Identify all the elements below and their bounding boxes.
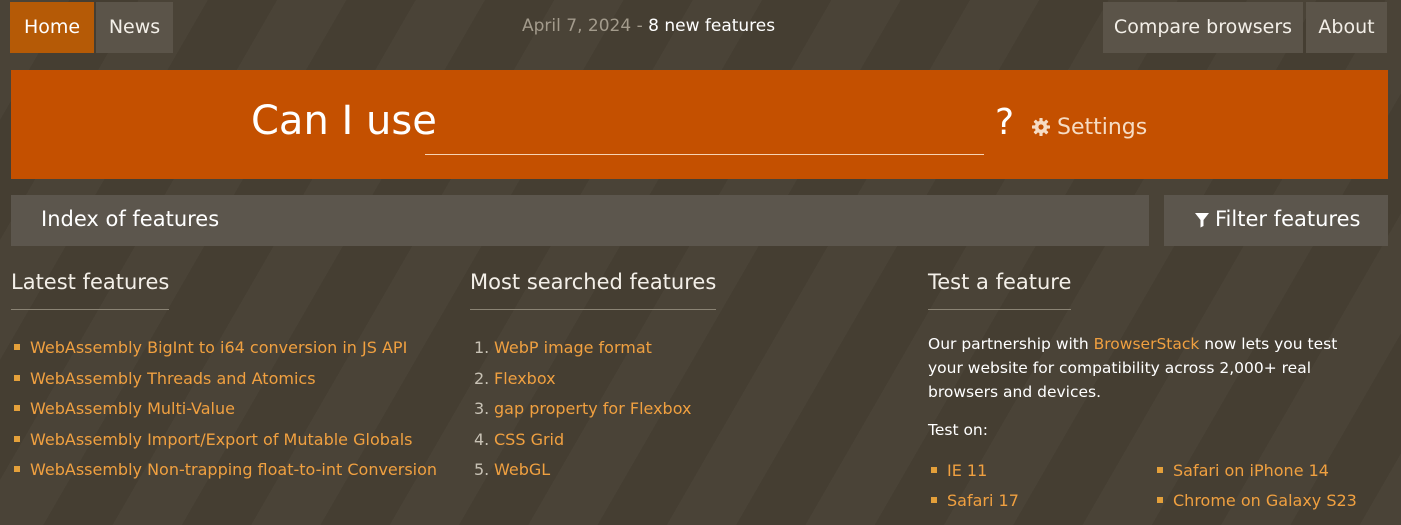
list-item[interactable]: WebAssembly Threads and Atomics <box>11 369 451 400</box>
list-item[interactable]: WebAssembly Multi-Value <box>11 399 451 430</box>
latest-features-heading: Latest features <box>11 270 170 310</box>
nav-compare-browsers-button[interactable]: Compare browsers <box>1103 2 1303 53</box>
top-navigation: Home News April 7, 2024 - 8 new features… <box>0 0 1401 56</box>
hero-question-mark: ? <box>995 102 1015 143</box>
bullet-icon <box>931 497 937 503</box>
test-on-label: Test on: <box>928 421 988 439</box>
list-item[interactable]: Safari on iPhone 14 <box>1154 461 1329 480</box>
most-searched-section: Most searched features 1. WebP image form… <box>470 270 717 479</box>
update-date: April 7, 2024 <box>522 16 632 36</box>
feature-link[interactable]: WebAssembly Multi-Value <box>30 399 235 418</box>
list-item[interactable]: 3. gap property for Flexbox <box>474 399 894 430</box>
index-of-features-toggle[interactable]: Index of features <box>11 195 1149 246</box>
list-item[interactable]: 1. WebP image format <box>474 338 894 369</box>
bullet-icon <box>1157 467 1163 473</box>
new-features-link[interactable]: 8 new features <box>648 16 775 36</box>
browserstack-link[interactable]: BrowserStack <box>1094 335 1200 353</box>
search-hero: Can I use ? Settings <box>11 70 1388 179</box>
list-item[interactable]: WebAssembly Non-trapping float-to-int Co… <box>11 460 451 491</box>
feature-link[interactable]: WebGL <box>494 460 550 479</box>
list-item[interactable]: WebAssembly BigInt to i64 conversion in … <box>11 338 451 369</box>
feature-link[interactable]: WebP image format <box>494 338 652 357</box>
update-separator: - <box>636 16 643 36</box>
list-item[interactable]: 4. CSS Grid <box>474 430 894 461</box>
rank-number: 3. <box>474 399 490 418</box>
bullet-icon <box>14 344 20 350</box>
nav-about-button[interactable]: About <box>1306 2 1387 53</box>
settings-label: Settings <box>1057 115 1148 140</box>
bullet-icon <box>14 435 20 442</box>
feature-link[interactable]: WebAssembly Import/Export of Mutable Glo… <box>30 430 412 449</box>
filter-features-button[interactable]: Filter features <box>1164 195 1388 246</box>
rank-number: 5. <box>474 460 490 479</box>
filter-icon <box>1195 213 1209 228</box>
test-text-before: Our partnership with <box>928 335 1094 353</box>
nav-news-button[interactable]: News <box>96 2 173 53</box>
feature-link[interactable]: WebAssembly Non-trapping float-to-int Co… <box>30 460 437 479</box>
bullet-icon <box>931 467 937 473</box>
bullet-icon <box>14 374 20 381</box>
gear-icon <box>1032 118 1050 136</box>
browser-link[interactable]: Chrome on Galaxy S23 <box>1173 491 1357 510</box>
most-searched-list: 1. WebP image format 2. Flexbox 3. gap prop… <box>474 338 894 491</box>
test-description: Our partnership with BrowserStack now le… <box>928 332 1368 404</box>
settings-button[interactable]: Settings <box>1031 115 1147 140</box>
feature-link[interactable]: gap property for Flexbox <box>494 399 691 418</box>
rank-number: 4. <box>474 429 490 449</box>
hero-title: Can I use <box>251 98 437 144</box>
list-item[interactable]: Safari 17 <box>928 491 1019 510</box>
browser-link[interactable]: IE 11 <box>947 461 987 480</box>
feature-link[interactable]: WebAssembly BigInt to i64 conversion in … <box>30 338 407 357</box>
list-item[interactable]: IE 11 <box>928 461 987 480</box>
bullet-icon <box>14 466 20 472</box>
test-feature-section: Test a feature Our partnership with Brow… <box>928 270 1357 510</box>
latest-update-info: April 7, 2024 - 8 new features <box>522 16 775 36</box>
bullet-icon <box>1157 497 1163 503</box>
list-item[interactable]: Chrome on Galaxy S23 <box>1154 491 1357 510</box>
feature-link[interactable]: Flexbox <box>494 369 556 388</box>
feature-search-input[interactable] <box>425 106 984 155</box>
bullet-icon <box>14 405 20 411</box>
browser-link[interactable]: Safari 17 <box>947 491 1019 510</box>
rank-number: 2. <box>474 368 490 388</box>
latest-features-section: Latest features WebAssembly BigInt to i6… <box>11 270 437 479</box>
list-item[interactable]: WebAssembly Import/Export of Mutable Glo… <box>11 430 451 461</box>
browser-link[interactable]: Safari on iPhone 14 <box>1173 461 1329 480</box>
feature-link[interactable]: WebAssembly Threads and Atomics <box>30 369 316 388</box>
feature-link[interactable]: CSS Grid <box>494 430 564 449</box>
test-feature-heading: Test a feature <box>928 270 1072 310</box>
filter-features-label: Filter features <box>1215 207 1361 231</box>
latest-features-list: WebAssembly BigInt to i64 conversion in … <box>11 338 451 491</box>
list-item[interactable]: 5. WebGL <box>474 460 894 491</box>
list-item[interactable]: 2. Flexbox <box>474 369 894 400</box>
index-of-features-label: Index of features <box>41 207 220 231</box>
rank-number: 1. <box>474 338 490 357</box>
most-searched-heading: Most searched features <box>470 270 717 310</box>
nav-home-button[interactable]: Home <box>10 2 94 53</box>
